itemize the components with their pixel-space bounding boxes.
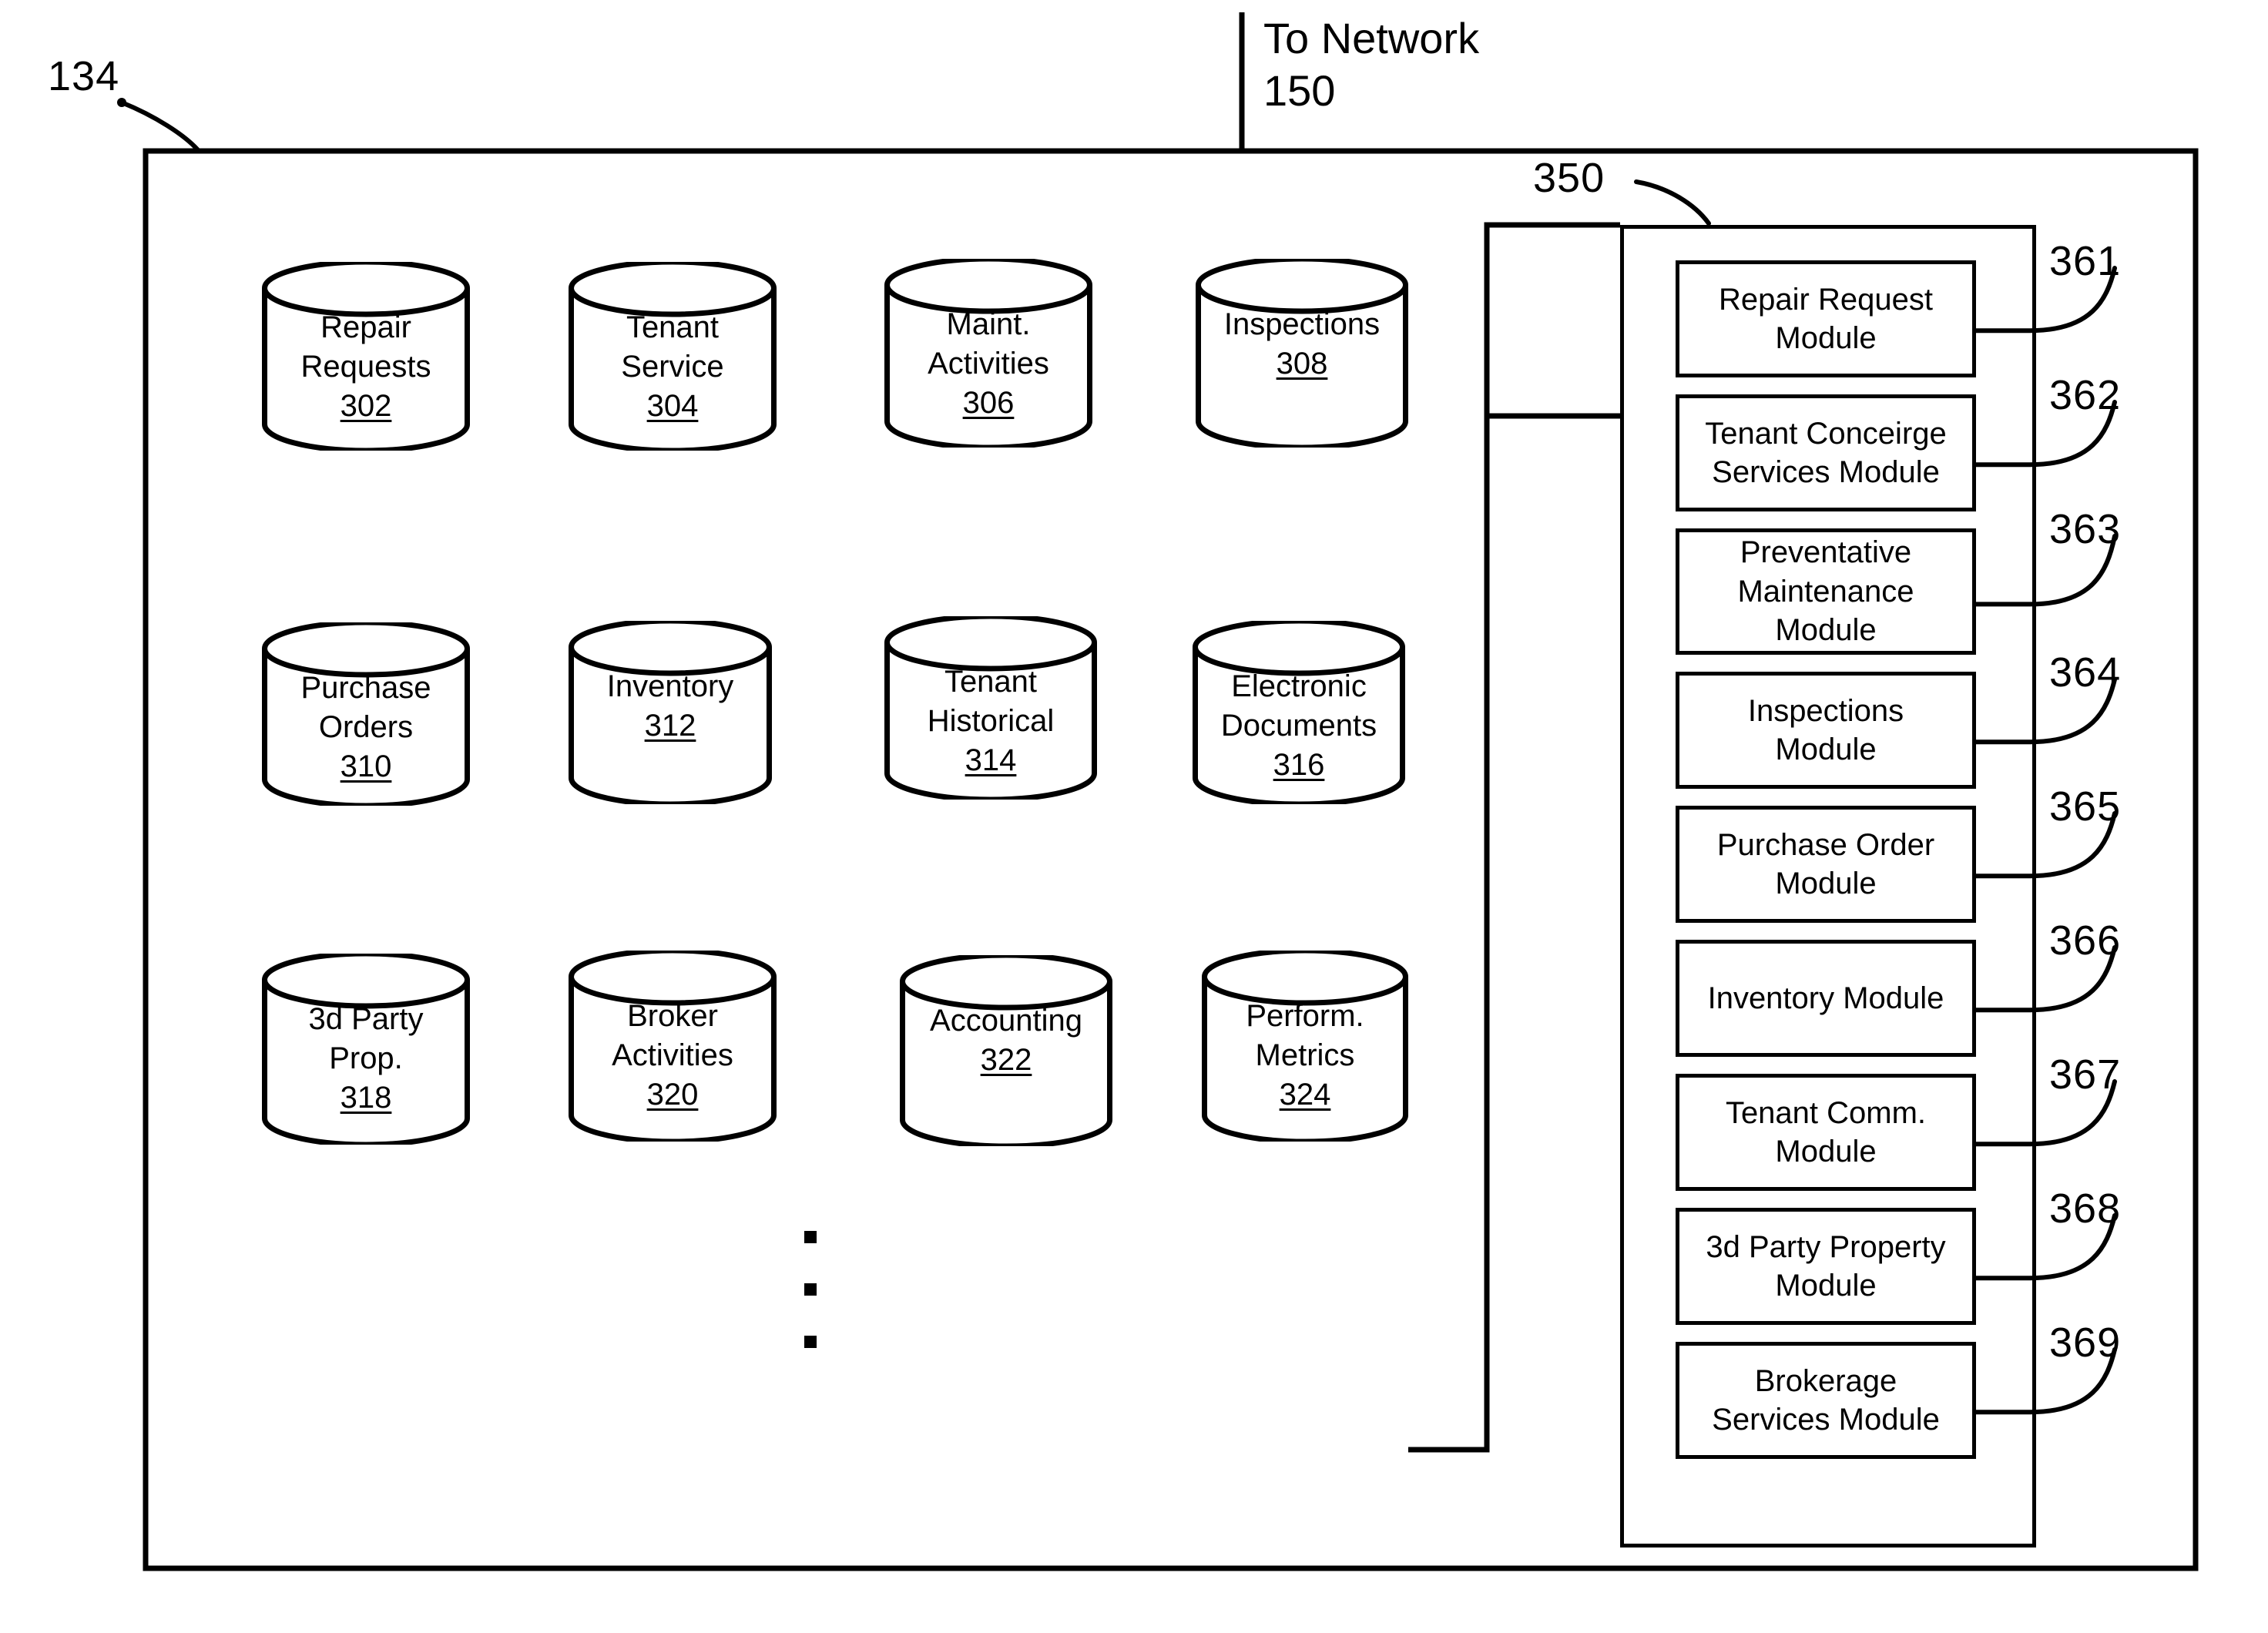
cylinder-shape: [1196, 259, 1408, 448]
leader-134: [119, 100, 201, 153]
database-cylinder: Electronic Documents 316: [1193, 621, 1405, 804]
database-cylinder: Tenant Historical 314: [884, 616, 1097, 800]
patent-figure: 134 To Network 150 350 Repair Requests 302…: [0, 0, 2268, 1633]
ref-number-134: 134: [48, 53, 120, 99]
vertical-ellipsis: [804, 1231, 817, 1388]
ellipsis-dot: [804, 1283, 817, 1296]
database-cylinder: Perform. Metrics 324: [1202, 951, 1408, 1142]
module-ref-number: 364: [2049, 649, 2122, 696]
module-box: Tenant Conceirge Services Module: [1676, 394, 1976, 511]
cylinder-shape: [262, 622, 470, 806]
module-ref-number: 365: [2049, 783, 2122, 830]
module-ref-number: 366: [2049, 917, 2122, 964]
data-bus: [1408, 222, 1620, 1453]
module-ref-number: 363: [2049, 506, 2122, 552]
module-box: Brokerage Services Module: [1676, 1342, 1976, 1459]
cylinder-shape: [569, 262, 777, 451]
ref-number-350: 350: [1533, 155, 1605, 201]
database-cylinder: Broker Activities 320: [569, 951, 777, 1142]
module-ref-number: 361: [2049, 238, 2122, 284]
cylinder-shape: [884, 616, 1097, 800]
ellipsis-dot: [804, 1336, 817, 1348]
module-box: Purchase Order Module: [1676, 806, 1976, 923]
module-box: Repair Request Module: [1676, 260, 1976, 377]
module-ref-number: 362: [2049, 372, 2122, 418]
module-box: Inspections Module: [1676, 672, 1976, 789]
module-ref-number: 367: [2049, 1051, 2122, 1098]
module-box: Inventory Module: [1676, 940, 1976, 1057]
module-box: Tenant Comm. Module: [1676, 1074, 1976, 1191]
cylinder-shape: [262, 262, 470, 451]
database-cylinder: Maint. Activities 306: [884, 259, 1092, 448]
cylinder-shape: [569, 951, 777, 1142]
network-label: To Network 150: [1263, 14, 1480, 116]
database-cylinder: Inspections 308: [1196, 259, 1408, 448]
ellipsis-dot: [804, 1231, 817, 1243]
database-cylinder: Tenant Service 304: [569, 262, 777, 451]
leader-350: [1634, 179, 1711, 226]
module-box: Preventative Maintenance Module: [1676, 528, 1976, 655]
cylinder-shape: [569, 621, 772, 804]
database-cylinder: Purchase Orders 310: [262, 622, 470, 806]
module-ref-number: 368: [2049, 1185, 2122, 1232]
database-cylinder: 3d Party Prop. 318: [262, 954, 470, 1145]
cylinder-shape: [884, 259, 1092, 448]
database-cylinder: Inventory 312: [569, 621, 772, 804]
cylinder-shape: [1202, 951, 1408, 1142]
module-box: 3d Party Property Module: [1676, 1208, 1976, 1325]
module-ref-number: 369: [2049, 1319, 2122, 1366]
database-cylinder: Repair Requests 302: [262, 262, 470, 451]
cylinder-shape: [900, 955, 1112, 1146]
database-cylinder: Accounting 322: [900, 955, 1112, 1146]
cylinder-shape: [1193, 621, 1405, 804]
cylinder-shape: [262, 954, 470, 1145]
